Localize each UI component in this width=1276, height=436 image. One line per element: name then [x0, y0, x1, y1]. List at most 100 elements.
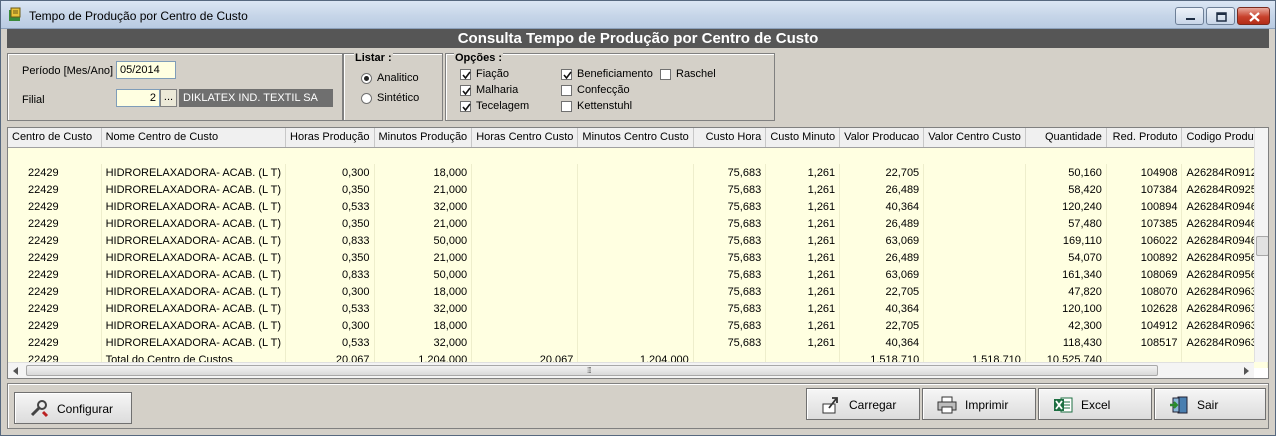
check-malharia[interactable]: [460, 85, 471, 96]
check-raschel[interactable]: [660, 69, 671, 80]
table-row[interactable]: 22429 HIDRORELAXADORA- ACAB. (L T) 0,300 18…: [8, 164, 1268, 181]
table-cell: 75,683: [693, 198, 767, 215]
table-cell: 108517: [1106, 334, 1183, 351]
vertical-scroll-thumb[interactable]: [1256, 236, 1268, 256]
table-cell: [577, 317, 694, 334]
table-cell: 54,070: [1025, 249, 1107, 266]
table-cell: 26,489: [839, 215, 925, 232]
table-cell: [923, 317, 1026, 334]
col-header-minutos-centro[interactable]: Minutos Centro Custo: [577, 128, 694, 148]
table-cell: [577, 215, 694, 232]
check-beneficiamento[interactable]: [561, 69, 572, 80]
button-bar: Configurar Carregar Imprimir Excel Sair: [7, 383, 1269, 429]
table-cell: 75,683: [693, 300, 767, 317]
scroll-grip: ⁞⁞⁞: [587, 366, 592, 375]
table-row[interactable]: 22429 HIDRORELAXADORA- ACAB. (L T) 0,300 18…: [8, 317, 1268, 334]
table-row[interactable]: 22429 HIDRORELAXADORA- ACAB. (L T) 0,350 21…: [8, 249, 1268, 266]
table-cell: 0,533: [285, 300, 375, 317]
main-frame: Consulta Tempo de Produção por Centro de…: [5, 29, 1271, 433]
col-header-valor-centro[interactable]: Valor Centro Custo: [923, 128, 1026, 148]
table-cell: 50,160: [1025, 164, 1107, 181]
load-icon: [822, 397, 838, 414]
vertical-scrollbar[interactable]: [1254, 128, 1268, 362]
table-cell: [923, 198, 1026, 215]
table-cell: 100892: [1106, 249, 1183, 266]
check-tecelagem[interactable]: [460, 101, 471, 112]
table-row[interactable]: 22429 HIDRORELAXADORA- ACAB. (L T) 0,833 50…: [8, 266, 1268, 283]
close-button[interactable]: [1237, 7, 1270, 25]
radio-analitico[interactable]: [361, 73, 372, 84]
table-cell: 75,683: [693, 232, 767, 249]
table-cell: [923, 181, 1026, 198]
horizontal-scrollbar[interactable]: ⁞⁞⁞: [8, 362, 1254, 378]
table-cell: [471, 283, 579, 300]
col-header-nome-centro[interactable]: Nome Centro de Custo: [101, 128, 287, 148]
table-cell: 42,300: [1025, 317, 1107, 334]
table-row[interactable]: 22429 HIDRORELAXADORA- ACAB. (L T) 0,350 21…: [8, 215, 1268, 232]
table-row[interactable]: 22429 HIDRORELAXADORA- ACAB. (L T) 0,533 32…: [8, 300, 1268, 317]
table-cell: HIDRORELAXADORA- ACAB. (L T): [101, 198, 287, 215]
table-cell: 75,683: [693, 164, 767, 181]
table-cell: [923, 283, 1026, 300]
table-cell: 22429: [8, 334, 102, 351]
table-cell: 22429: [8, 232, 102, 249]
col-header-centro-custo[interactable]: Centro de Custo: [8, 128, 102, 148]
col-header-custo-hora[interactable]: Custo Hora: [693, 128, 767, 148]
carregar-label: Carregar: [849, 398, 897, 412]
table-cell: 22429: [8, 164, 102, 181]
table-cell: 63,069: [839, 266, 925, 283]
checkmark-icon: [563, 71, 572, 80]
radio-analitico-label: Analitico: [377, 72, 419, 84]
sair-button[interactable]: Sair: [1154, 388, 1266, 420]
table-cell: 22429: [8, 317, 102, 334]
table-cell: HIDRORELAXADORA- ACAB. (L T): [101, 334, 287, 351]
table-cell: [923, 215, 1026, 232]
scroll-left-icon[interactable]: [12, 367, 20, 375]
restore-button[interactable]: [1206, 7, 1235, 25]
col-header-red-produto[interactable]: Red. Produto: [1106, 128, 1183, 148]
table-cell: 40,364: [839, 300, 925, 317]
radio-sintetico[interactable]: [361, 93, 372, 104]
configurar-button[interactable]: Configurar: [14, 392, 132, 424]
table-cell: [471, 317, 579, 334]
col-header-custo-minuto[interactable]: Custo Minuto: [765, 128, 841, 148]
table-row[interactable]: 22429 HIDRORELAXADORA- ACAB. (L T) 0,300 18…: [8, 283, 1268, 300]
filial-code-input[interactable]: 2: [116, 89, 160, 107]
table-cell: [471, 232, 579, 249]
check-fiacao[interactable]: [460, 69, 471, 80]
close-icon: [1249, 12, 1260, 22]
table-cell: 22429: [8, 283, 102, 300]
configure-icon: [30, 400, 49, 418]
table-cell: [577, 266, 694, 283]
scroll-right-icon[interactable]: [1242, 367, 1250, 375]
periodo-input[interactable]: 05/2014: [116, 61, 176, 79]
excel-button[interactable]: Excel: [1038, 388, 1152, 420]
checkmark-icon: [462, 71, 471, 80]
check-kettenstuhl[interactable]: [561, 101, 572, 112]
page-title: Consulta Tempo de Produção por Centro de…: [7, 29, 1269, 48]
minimize-button[interactable]: [1175, 7, 1204, 25]
table-cell: [923, 164, 1026, 181]
table-cell: 1,261: [765, 266, 841, 283]
col-header-horas-producao[interactable]: Horas Produção: [285, 128, 375, 148]
col-header-valor-producao[interactable]: Valor Producao: [839, 128, 925, 148]
carregar-button[interactable]: Carregar: [806, 388, 920, 420]
grid-spacer-row: [8, 147, 1268, 164]
table-row[interactable]: 22429 HIDRORELAXADORA- ACAB. (L T) 0,533 32…: [8, 334, 1268, 351]
table-cell: [577, 232, 694, 249]
col-header-minutos-producao[interactable]: Minutos Produção: [374, 128, 473, 148]
col-header-quantidade[interactable]: Quantidade: [1025, 128, 1107, 148]
col-header-horas-centro[interactable]: Horas Centro Custo: [471, 128, 579, 148]
table-row[interactable]: 22429 HIDRORELAXADORA- ACAB. (L T) 0,350 21…: [8, 181, 1268, 198]
table-cell: 0,350: [285, 215, 375, 232]
horizontal-scroll-thumb[interactable]: ⁞⁞⁞: [26, 365, 1158, 376]
table-cell: HIDRORELAXADORA- ACAB. (L T): [101, 164, 287, 181]
table-row[interactable]: 22429 HIDRORELAXADORA- ACAB. (L T) 0,533 32…: [8, 198, 1268, 215]
filial-lookup-button[interactable]: ...: [160, 89, 177, 107]
table-cell: [471, 300, 579, 317]
table-row[interactable]: 22429 HIDRORELAXADORA- ACAB. (L T) 0,833 50…: [8, 232, 1268, 249]
data-grid[interactable]: Centro de Custo Nome Centro de Custo Hor…: [7, 127, 1269, 379]
check-confeccao[interactable]: [561, 85, 572, 96]
imprimir-button[interactable]: Imprimir: [922, 388, 1036, 420]
table-cell: 1,261: [765, 334, 841, 351]
